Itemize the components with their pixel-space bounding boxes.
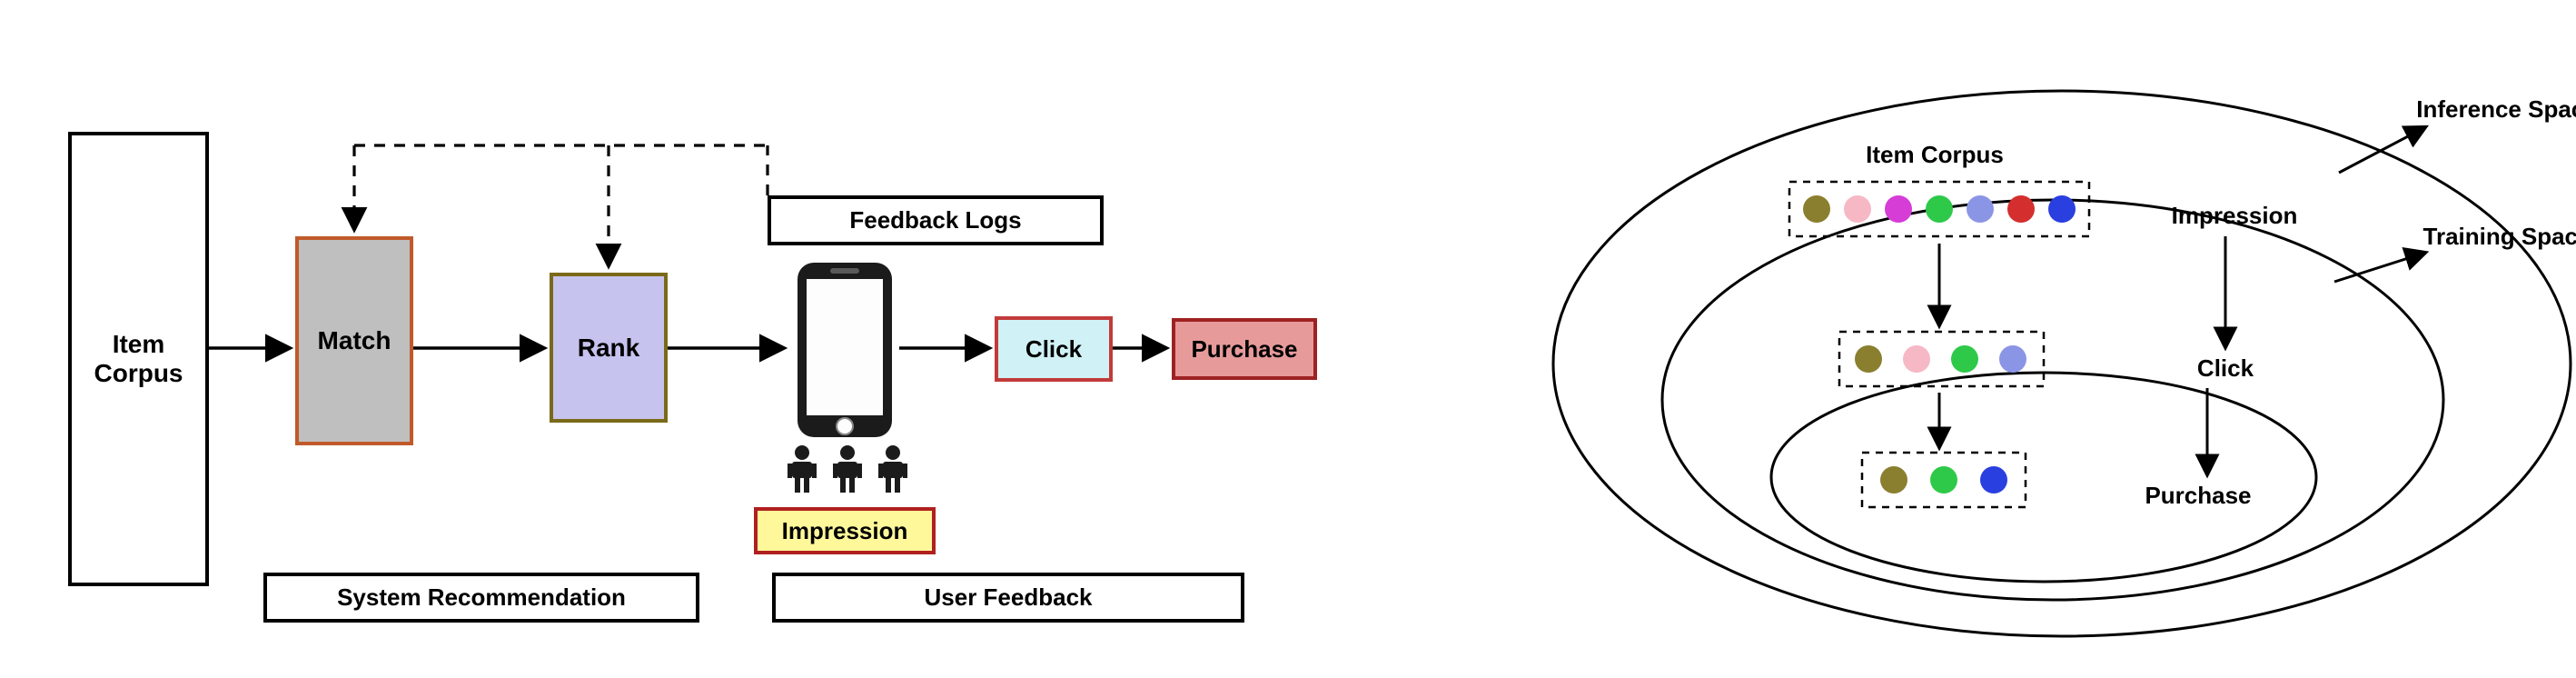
right-impression-label: Impression	[2125, 202, 2343, 230]
user-feedback-box: User Feedback	[772, 573, 1244, 623]
match-box: Match	[295, 236, 413, 445]
rank-box: Rank	[550, 273, 668, 423]
inference-space-label: Inference Space	[2389, 95, 2576, 124]
item-corpus-box: Item Corpus	[68, 132, 209, 586]
diagram-canvas: Item Corpus Match Rank Feedback Logs Cli…	[0, 0, 2576, 678]
right-click-label: Click	[2116, 354, 2334, 383]
impression-box: Impression	[754, 507, 936, 554]
click-box: Click	[995, 316, 1113, 382]
system-recommendation-box: System Recommendation	[263, 573, 699, 623]
purchase-box: Purchase	[1172, 318, 1317, 380]
people-icons	[779, 444, 916, 498]
training-space-label: Training Space	[2389, 223, 2576, 251]
right-item-corpus-label: Item Corpus	[1817, 141, 2053, 169]
right-purchase-label: Purchase	[2089, 482, 2307, 510]
phone-icon	[790, 259, 899, 441]
feedback-logs-box: Feedback Logs	[768, 195, 1104, 245]
